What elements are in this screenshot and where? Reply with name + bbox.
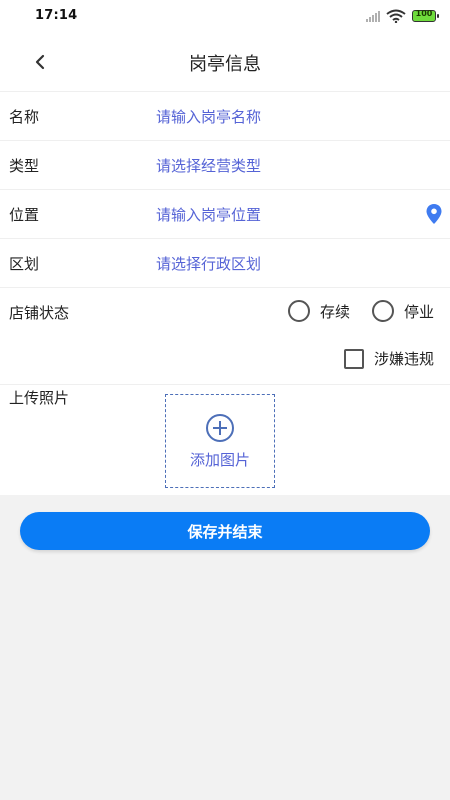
radio-circle-icon[interactable] bbox=[287, 300, 310, 322]
location-input[interactable]: 请输入岗亭位置 bbox=[156, 204, 261, 225]
type-row[interactable]: 类型 请选择经营类型 bbox=[0, 140, 450, 189]
district-select[interactable]: 请选择行政区划 bbox=[156, 253, 261, 274]
radio-circle-icon[interactable] bbox=[371, 300, 394, 322]
location-pin-icon[interactable] bbox=[425, 203, 443, 225]
district-row[interactable]: 区划 请选择行政区划 bbox=[0, 238, 450, 287]
violation-checkbox-row[interactable]: 涉嫌违规 bbox=[343, 348, 434, 369]
shop-status-row: 店铺状态 存续 停业 bbox=[0, 287, 450, 336]
status-option-closed[interactable]: 停业 bbox=[371, 300, 434, 322]
status-option-closed-label: 停业 bbox=[403, 302, 434, 321]
save-and-finish-button[interactable]: 保存并结束 bbox=[20, 512, 430, 550]
location-label: 位置 bbox=[9, 206, 40, 224]
battery-level: 100 bbox=[415, 9, 433, 18]
name-row[interactable]: 名称 请输入岗亭名称 bbox=[0, 91, 450, 140]
nav-bar: 岗亭信息 bbox=[0, 36, 450, 88]
district-label: 区划 bbox=[9, 255, 40, 273]
violation-checkbox[interactable] bbox=[343, 348, 364, 369]
status-option-active[interactable]: 存续 bbox=[287, 300, 350, 322]
violation-label: 涉嫌违规 bbox=[373, 350, 434, 368]
upload-label: 上传照片 bbox=[9, 389, 70, 407]
type-label: 类型 bbox=[9, 157, 40, 175]
plus-circle-icon bbox=[206, 413, 234, 442]
name-label: 名称 bbox=[9, 108, 40, 126]
signal-icon bbox=[366, 10, 380, 22]
type-select[interactable]: 请选择经营类型 bbox=[156, 155, 261, 176]
wifi-icon bbox=[386, 9, 406, 23]
add-image-button[interactable]: 添加图片 bbox=[165, 394, 275, 488]
location-row[interactable]: 位置 请输入岗亭位置 bbox=[0, 189, 450, 238]
status-bar: 17:14 100 bbox=[0, 0, 450, 32]
status-time: 17:14 bbox=[35, 8, 78, 23]
shop-status-radio-group: 存续 停业 bbox=[276, 300, 434, 322]
name-input[interactable]: 请输入岗亭名称 bbox=[156, 106, 261, 127]
battery-icon: 100 bbox=[412, 9, 439, 22]
status-option-active-label: 存续 bbox=[319, 302, 350, 321]
add-image-label: 添加图片 bbox=[189, 450, 250, 469]
status-icons: 100 bbox=[366, 8, 439, 24]
upload-section: 上传照片 添加图片 bbox=[0, 384, 450, 495]
shop-status-label: 店铺状态 bbox=[9, 304, 70, 322]
screen: 17:14 100 岗亭信息 名称 请输入岗亭名称 类型 请选择经营类型 位置 … bbox=[0, 0, 450, 800]
page-title: 岗亭信息 bbox=[189, 54, 261, 75]
